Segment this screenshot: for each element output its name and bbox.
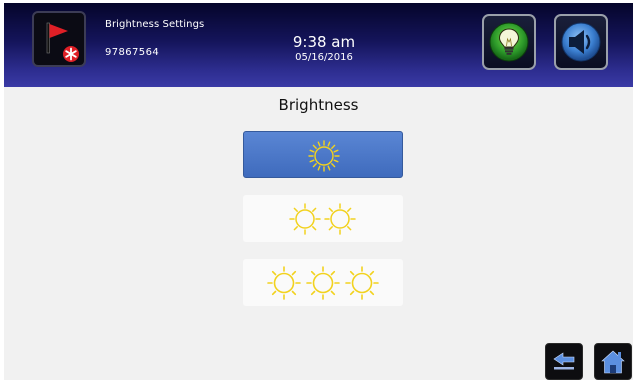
sound-button[interactable]: [554, 14, 608, 70]
red-flag-alarm-icon: [46, 22, 79, 62]
device-screen: Brightness Settings 97867564 9:38 am 05/…: [4, 3, 633, 380]
lightbulb-icon: [489, 22, 529, 62]
clock-date: 05/16/2016: [295, 52, 353, 63]
home-button[interactable]: [594, 343, 632, 380]
back-arrow-icon: [553, 352, 575, 370]
brightness-level-2-button[interactable]: [243, 195, 403, 242]
device-id: 97867564: [105, 47, 160, 58]
light-button[interactable]: [482, 14, 536, 70]
brightness-title: Brightness: [278, 96, 359, 114]
clock-time: 9:38 am: [292, 33, 356, 51]
brightness-level-1-button[interactable]: [243, 131, 403, 178]
alarm-button[interactable]: [32, 11, 86, 67]
screen-title: Brightness Settings: [105, 19, 205, 30]
speaker-icon: [561, 22, 601, 62]
three-suns-icon: [267, 266, 379, 300]
sun-icon: [308, 140, 340, 172]
brightness-level-3-button[interactable]: [243, 259, 403, 306]
header-bar: Brightness Settings 97867564 9:38 am 05/…: [4, 3, 633, 87]
home-icon: [601, 350, 625, 374]
back-button[interactable]: [545, 343, 583, 380]
two-suns-icon: [289, 203, 356, 235]
